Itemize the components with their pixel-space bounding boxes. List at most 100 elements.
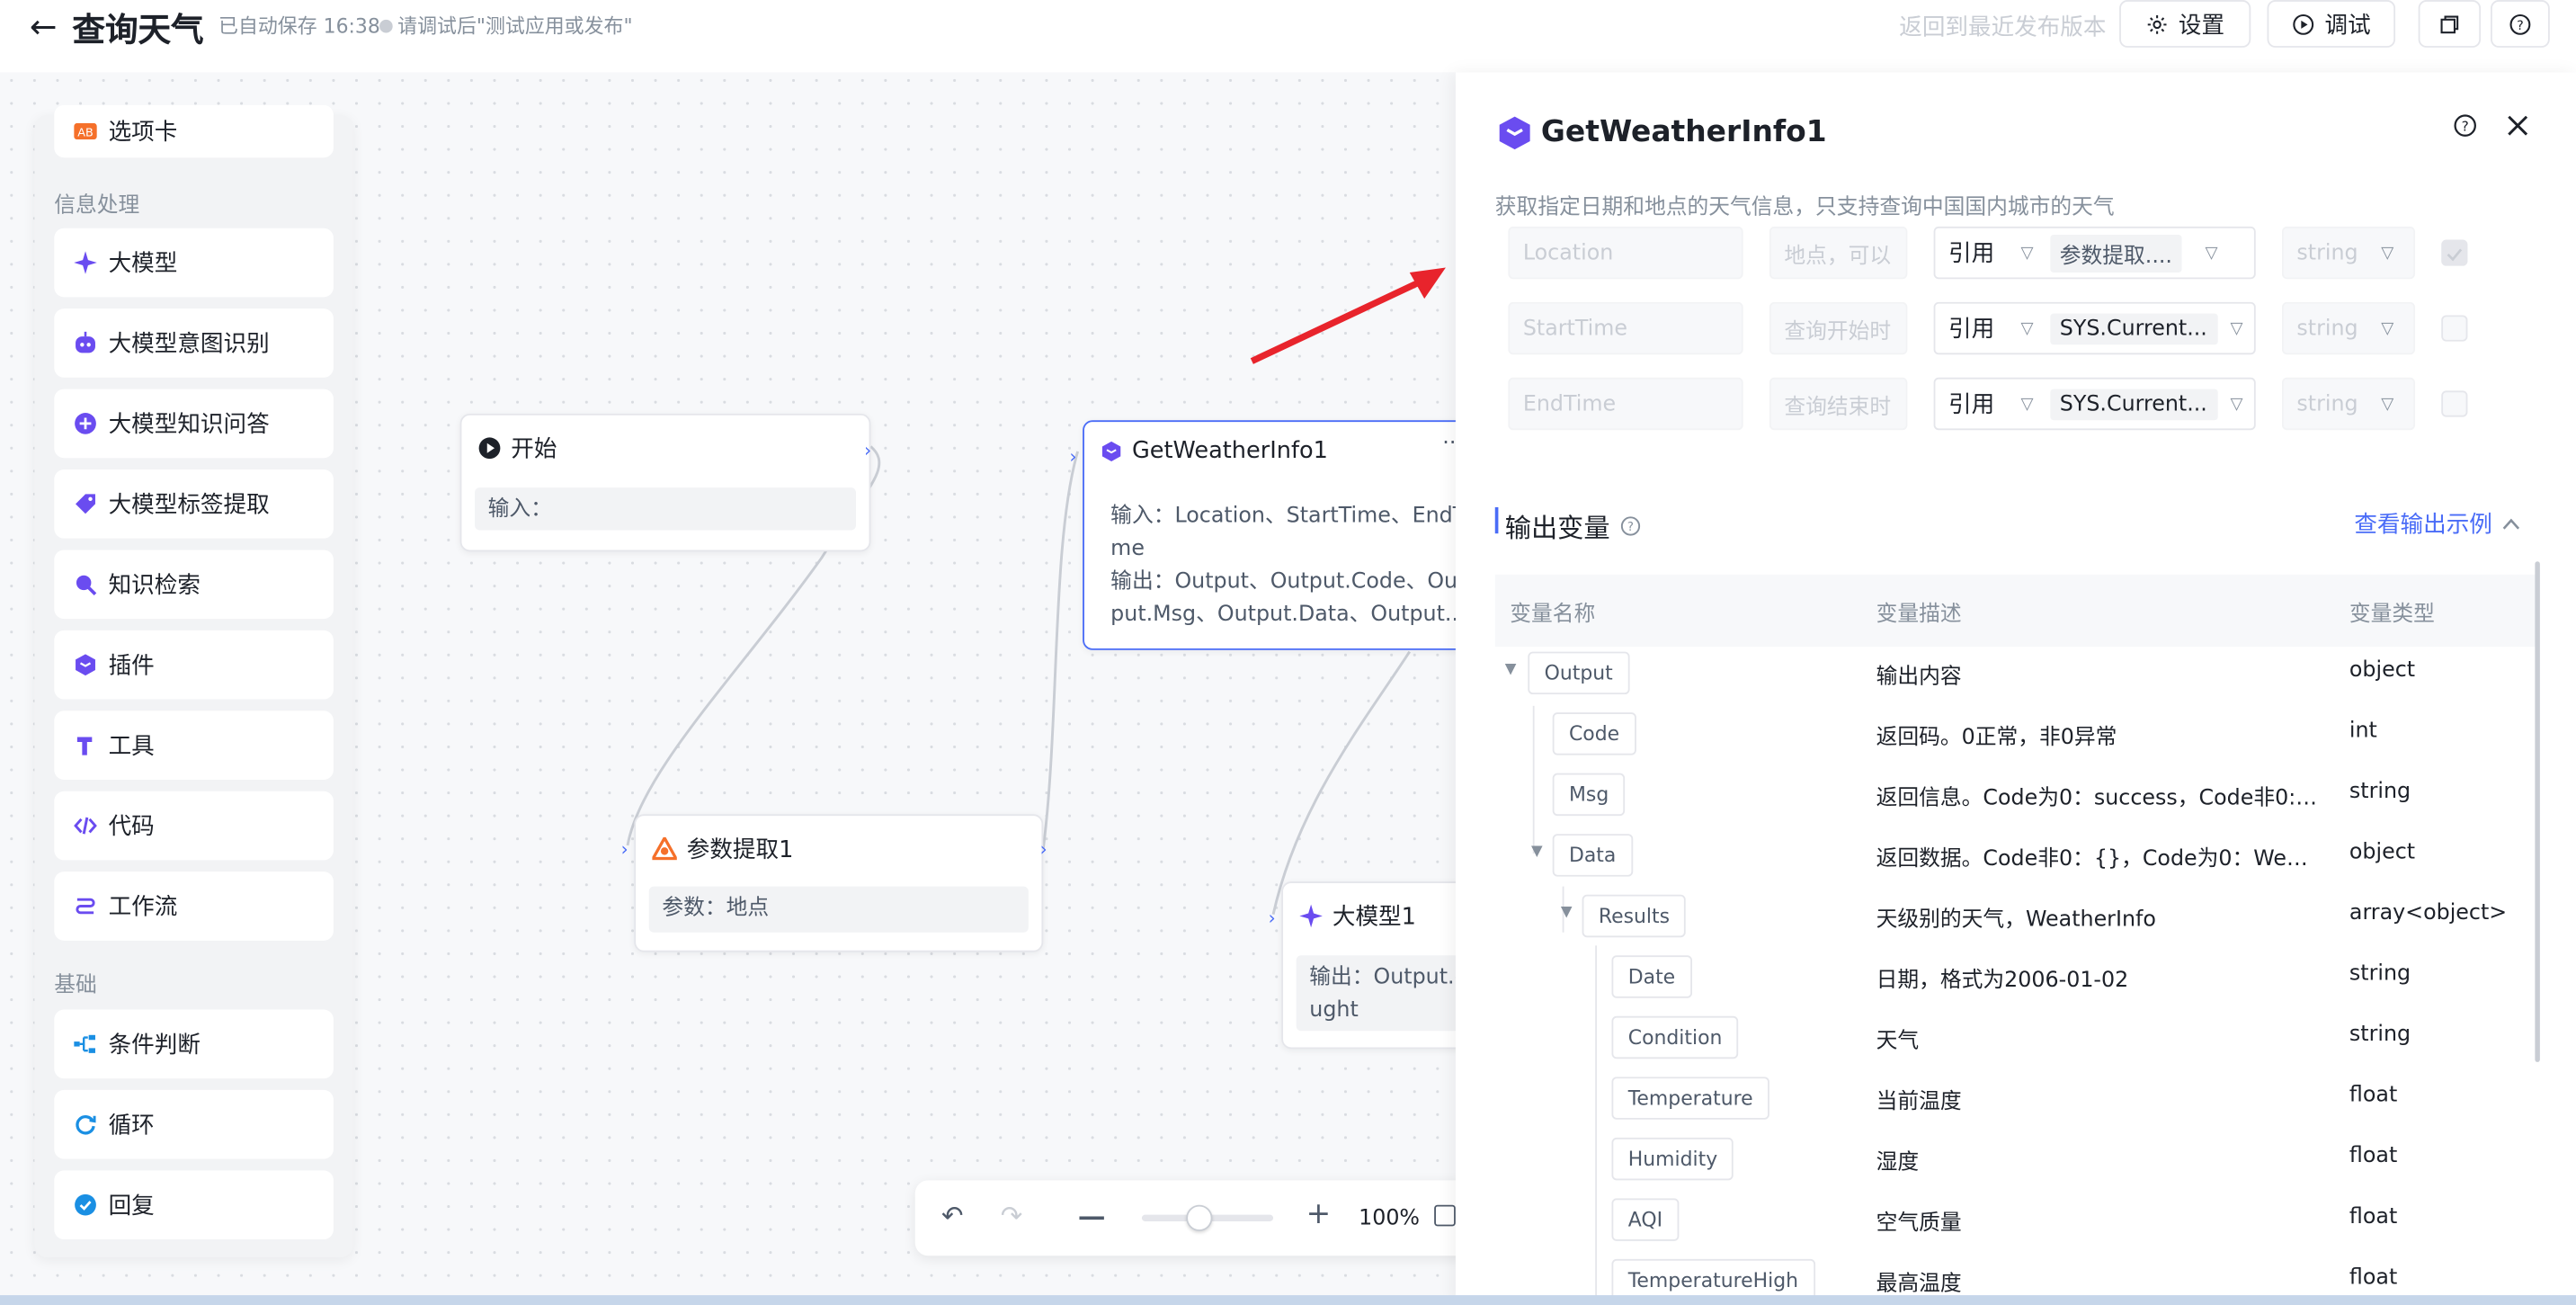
param-row-starttime: StartTime 查询开始时 引用 ▽ SYS.Current... ▽ st…: [1508, 301, 2493, 355]
red-annotation-arrow: [1250, 275, 1428, 364]
zoom-out-icon[interactable]: [1079, 1216, 1104, 1220]
param-type-select[interactable]: string ▽: [2281, 377, 2415, 431]
var-type: string: [2349, 961, 2411, 987]
more-icon[interactable]: ··: [1442, 432, 1456, 456]
param-type: string: [2296, 391, 2358, 416]
var-name-chip: Results: [1582, 894, 1687, 938]
var-name-chip: Date: [1611, 955, 1692, 998]
node-weather-body: 输入：Location、StartTime、EndTi me 输出：Output…: [1110, 501, 1472, 632]
question-circle-icon[interactable]: ?: [1620, 514, 1642, 536]
port-in-icon[interactable]: ›: [1070, 446, 1077, 468]
node-param-title-text: 参数提取1: [686, 836, 794, 864]
var-name-chip: Condition: [1611, 1015, 1739, 1059]
param-row-endtime: EndTime 查询结束时 引用 ▽ SYS.Current... ▽ stri…: [1508, 377, 2493, 431]
node-start-title-text: 开始: [511, 436, 557, 463]
window-bottom-edge: [0, 1295, 2576, 1305]
param-desc-field[interactable]: 查询开始时: [1769, 301, 1908, 355]
var-name-chip: Output: [1528, 651, 1630, 695]
question-circle-icon[interactable]: ?: [2453, 113, 2477, 138]
var-row: ▼ Output 输出内容 object: [1495, 645, 2536, 706]
var-name-chip: Data: [1552, 834, 1633, 877]
var-desc: 天级别的天气，WeatherInfo: [1876, 907, 2156, 933]
chevron-down-icon: ▽: [2020, 319, 2034, 338]
node-param-extract[interactable]: 参数提取1 参数：地点 › ›: [621, 814, 1047, 952]
node-weather-title-text: GetWeatherInfo1: [1131, 438, 1328, 465]
ref-value: SYS.Current...: [2049, 312, 2217, 344]
var-name-chip: Code: [1552, 712, 1636, 755]
param-extract-icon: [652, 836, 677, 861]
play-circle-icon: [478, 437, 501, 460]
param-name-field[interactable]: Location: [1508, 226, 1743, 280]
port-in-icon[interactable]: ›: [1269, 907, 1276, 929]
cube-icon: [1499, 116, 1530, 150]
var-type: float: [2349, 1083, 2398, 1109]
var-desc: 返回信息。Code为0：success，Code非0: ...: [1876, 786, 2321, 811]
node-weather-title: GetWeatherInfo1: [1101, 438, 1328, 465]
node-weather-output-1: 输出：Output、Output.Code、Out: [1110, 569, 1466, 594]
var-type: array<object>: [2349, 901, 2508, 926]
var-row: Humidity 湿度 float: [1495, 1131, 2536, 1193]
param-ref-select[interactable]: 引用 ▽ SYS.Current... ▽: [1933, 377, 2256, 431]
chevron-down-icon: ▽: [2020, 244, 2034, 263]
sparkle-icon: [1299, 904, 1323, 928]
node-weather-output-2: put.Msg、Output.Data、Output....: [1110, 602, 1473, 628]
node-start-body: 输入：: [475, 487, 856, 531]
param-desc-field[interactable]: 查询结束时: [1769, 377, 1908, 431]
param-name-field[interactable]: StartTime: [1508, 301, 1743, 355]
caret-down-icon[interactable]: ▼: [1561, 905, 1573, 921]
param-ref-select[interactable]: 引用 ▽ SYS.Current... ▽: [1933, 301, 2256, 355]
required-checkbox[interactable]: [2441, 390, 2468, 417]
ref-value: SYS.Current...: [2049, 388, 2217, 420]
param-ref-select[interactable]: 引用 ▽ 参数提取.... ▽: [1933, 226, 2256, 280]
port-in-icon[interactable]: ›: [621, 839, 628, 861]
var-type: object: [2349, 657, 2416, 684]
caret-down-icon[interactable]: ▼: [1505, 662, 1517, 678]
param-desc-field[interactable]: 地点，可以: [1769, 226, 1908, 280]
close-icon[interactable]: [2507, 115, 2528, 137]
var-row: Date 日期，格式为2006-01-02 string: [1495, 949, 2536, 1010]
chevron-down-icon: ▽: [2020, 394, 2034, 414]
port-out-icon[interactable]: ›: [1040, 839, 1047, 861]
var-type: int: [2349, 719, 2377, 744]
chevron-up-icon: [2502, 518, 2520, 530]
param-type-select[interactable]: string ▽: [2281, 226, 2415, 280]
chevron-down-icon: ▽: [2381, 244, 2394, 263]
svg-text:?: ?: [1627, 520, 1634, 533]
node-param-body: 参数：地点: [648, 886, 1029, 933]
fit-view-icon[interactable]: [1434, 1204, 1456, 1227]
chevron-down-icon: ▽: [2381, 319, 2394, 338]
section-accent-bar: [1494, 506, 1499, 534]
output-section-label: 输出变量: [1504, 512, 1610, 544]
required-checkbox-checked[interactable]: [2441, 239, 2468, 266]
col-var-desc: 变量描述: [1876, 602, 1962, 628]
drawer-scrollbar[interactable]: [2535, 561, 2540, 1062]
zoom-level: 100%: [1359, 1206, 1421, 1231]
view-output-example-label: 查看输出示例: [2354, 512, 2492, 539]
var-row: AQI 空气质量 float: [1495, 1192, 2536, 1253]
var-desc: 输出内容: [1876, 665, 1962, 690]
node-weather-input-2: me: [1110, 536, 1145, 562]
undo-icon[interactable]: ↶: [941, 1200, 963, 1231]
param-type-select[interactable]: string ▽: [2281, 301, 2415, 355]
var-type: string: [2349, 779, 2411, 805]
node-start[interactable]: 开始 输入： ›: [459, 413, 871, 552]
var-type: float: [2349, 1144, 2398, 1169]
zoom-slider[interactable]: [1141, 1204, 1274, 1231]
var-row: Msg 返回信息。Code为0：success，Code非0: ... stri…: [1495, 766, 2536, 827]
caret-down-icon[interactable]: ▼: [1531, 844, 1543, 860]
zoom-in-icon[interactable]: +: [1306, 1197, 1332, 1231]
node-start-title: 开始: [478, 432, 557, 465]
view-output-example-link[interactable]: 查看输出示例: [2354, 507, 2520, 541]
drawer-title: GetWeatherInfo1: [1540, 114, 1827, 150]
var-name-chip: Msg: [1552, 773, 1626, 817]
param-name-field[interactable]: EndTime: [1508, 377, 1743, 431]
chevron-down-icon: ▽: [2230, 319, 2243, 338]
var-type: object: [2349, 840, 2416, 865]
node-llm-body: 输出：Output.c ught: [1296, 955, 1481, 1032]
required-checkbox[interactable]: [2441, 315, 2468, 342]
node-get-weather[interactable]: GetWeatherInfo1 ·· 输入：Location、StartTime…: [1070, 420, 1477, 650]
node-llm-title: 大模型1: [1299, 899, 1416, 933]
port-out-icon[interactable]: ›: [864, 440, 871, 461]
redo-icon[interactable]: ↷: [1001, 1200, 1022, 1231]
zoom-slider-thumb[interactable]: [1186, 1204, 1213, 1231]
